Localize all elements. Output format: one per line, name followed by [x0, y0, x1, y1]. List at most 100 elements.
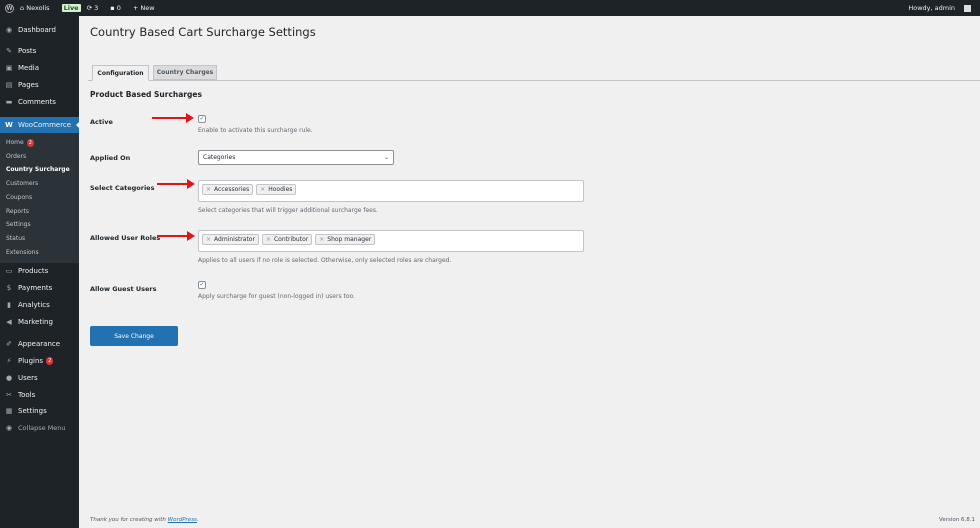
- checkmark-icon: ✓: [199, 115, 205, 122]
- remove-icon[interactable]: ×: [206, 236, 211, 243]
- label: Marketing: [18, 318, 53, 326]
- howdy-link[interactable]: Howdy, admin: [908, 4, 977, 12]
- label: Posts: [18, 47, 37, 55]
- applied-on-select[interactable]: Categories ⌄: [198, 150, 394, 165]
- sidebar-item-payments[interactable]: $ Payments: [0, 281, 79, 295]
- tag-label: Hoodies: [268, 186, 293, 193]
- site-link[interactable]: ⌂ Nexolis: [20, 4, 56, 12]
- label: Payments: [18, 284, 53, 292]
- version-text: Version 6.8.1: [939, 517, 975, 523]
- active-description: Enable to activate this surcharge rule.: [198, 127, 313, 134]
- sidebar-item-settings[interactable]: ▦ Settings: [0, 404, 79, 418]
- applied-on-label: Applied On: [90, 154, 131, 162]
- submenu-status[interactable]: Status: [6, 235, 25, 242]
- active-label: Active: [90, 118, 113, 126]
- tab-country-charges[interactable]: Country Charges: [153, 65, 217, 80]
- sidebar-item-pages[interactable]: ▤ Pages: [0, 78, 79, 92]
- categories-multiselect[interactable]: × Accessories × Hoodies: [198, 180, 584, 202]
- submenu-coupons[interactable]: Coupons: [6, 194, 32, 201]
- current-menu-pointer: [76, 121, 80, 129]
- sidebar-item-analytics[interactable]: ▮ Analytics: [0, 298, 79, 312]
- roles-description: Applies to all users if no role is selec…: [198, 257, 452, 264]
- products-icon: ▭: [5, 267, 13, 275]
- remove-icon[interactable]: ×: [206, 186, 211, 193]
- settings-icon: ▦: [5, 407, 13, 415]
- sidebar-item-marketing[interactable]: ◀ Marketing: [0, 315, 79, 329]
- allow-guest-label: Allow Guest Users: [90, 285, 157, 293]
- red-arrow-annotation: [157, 231, 195, 241]
- sidebar-item-plugins[interactable]: ⚡ Plugins 2: [0, 354, 79, 368]
- categories-description: Select categories that will trigger addi…: [198, 207, 378, 214]
- sidebar-item-posts[interactable]: ✎ Posts: [0, 44, 79, 58]
- label: WooCommerce: [18, 121, 72, 129]
- submenu-home[interactable]: Home 2: [6, 139, 34, 147]
- checkmark-icon: ✓: [199, 281, 205, 288]
- pin-icon: ✎: [6, 47, 12, 55]
- sidebar-item-users[interactable]: ● Users: [0, 371, 79, 385]
- comments-link[interactable]: ▪ 0: [110, 4, 127, 12]
- collapse-icon: ◉: [5, 424, 13, 432]
- tag-label: Shop manager: [327, 236, 372, 243]
- label: Pages: [18, 81, 39, 89]
- updates-count: 3: [94, 4, 99, 12]
- submenu-settings[interactable]: Settings: [6, 221, 31, 228]
- sidebar-item-media[interactable]: ▣ Media: [0, 61, 79, 75]
- submenu-extensions[interactable]: Extensions: [6, 249, 39, 256]
- tag-label: Contributor: [273, 236, 309, 243]
- remove-icon[interactable]: ×: [319, 236, 324, 243]
- category-tag[interactable]: × Hoodies: [256, 184, 297, 195]
- wrench-icon: ✂: [6, 391, 12, 399]
- admin-bar: W ⌂ Nexolis Live ⟳ 3 ▪ 0 + New Howdy, ad…: [0, 0, 980, 16]
- payments-icon: $: [6, 284, 12, 292]
- label: Dashboard: [18, 26, 56, 34]
- plugins-badge: 2: [46, 357, 54, 365]
- wordpress-logo-icon[interactable]: W: [5, 3, 14, 13]
- sidebar-item-woocommerce[interactable]: W WooCommerce: [0, 117, 79, 133]
- updates-link[interactable]: ⟳ 3: [87, 4, 105, 12]
- submenu-customers[interactable]: Customers: [6, 180, 38, 187]
- wordpress-link[interactable]: WordPress: [168, 517, 197, 523]
- sidebar-item-appearance[interactable]: ✐ Appearance: [0, 337, 79, 351]
- brush-icon: ✐: [6, 340, 12, 348]
- role-tag[interactable]: × Administrator: [202, 234, 259, 245]
- submenu-reports[interactable]: Reports: [6, 208, 29, 215]
- roles-multiselect[interactable]: × Administrator × Contributor × Shop manage…: [198, 230, 584, 252]
- chevron-down-icon: ⌄: [383, 154, 389, 161]
- save-button[interactable]: Save Change: [90, 326, 178, 346]
- sidebar-item-dashboard[interactable]: ◉ Dashboard: [0, 23, 79, 37]
- new-link[interactable]: + New: [133, 4, 155, 12]
- tabs-divider: [88, 80, 980, 81]
- sidebar-item-tools[interactable]: ✂ Tools: [0, 388, 79, 402]
- label: Tools: [18, 391, 36, 399]
- label: Comments: [18, 98, 56, 106]
- label: Collapse Menu: [18, 424, 66, 432]
- megaphone-icon: ◀: [6, 318, 12, 326]
- home-badge: 2: [26, 139, 34, 147]
- sidebar-item-comments[interactable]: ▬ Comments: [0, 95, 79, 109]
- submenu-country-surcharge[interactable]: Country Surcharge: [6, 166, 70, 173]
- tab-configuration[interactable]: Configuration: [92, 65, 149, 81]
- plugin-icon: ⚡: [6, 357, 12, 365]
- remove-icon[interactable]: ×: [266, 236, 271, 243]
- live-badge: Live: [61, 4, 81, 12]
- sidebar-item-products[interactable]: ▭ Products: [0, 264, 79, 278]
- category-tag[interactable]: × Accessories: [202, 184, 254, 195]
- collapse-menu-button[interactable]: ◉ Collapse Menu: [0, 421, 79, 435]
- label: Analytics: [18, 301, 50, 309]
- role-tag[interactable]: × Contributor: [261, 234, 313, 245]
- select-value: Categories: [203, 154, 236, 161]
- comments-count: 0: [116, 4, 121, 12]
- active-checkbox[interactable]: ✓: [198, 115, 206, 123]
- label: Products: [18, 267, 49, 275]
- remove-icon[interactable]: ×: [260, 186, 265, 193]
- role-tag[interactable]: × Shop manager: [315, 234, 376, 245]
- submenu-orders[interactable]: Orders: [6, 153, 26, 160]
- guest-description: Apply surcharge for guest (non-logged in…: [198, 293, 355, 300]
- label: Users: [18, 374, 38, 382]
- tag-label: Accessories: [214, 186, 250, 193]
- thanks-text: Thank you for creating with: [90, 517, 166, 523]
- howdy-text: Howdy, admin: [908, 4, 955, 12]
- page-title: Country Based Cart Surcharge Settings: [90, 25, 316, 39]
- allow-guest-checkbox[interactable]: ✓: [198, 281, 206, 289]
- red-arrow-annotation: [152, 113, 194, 123]
